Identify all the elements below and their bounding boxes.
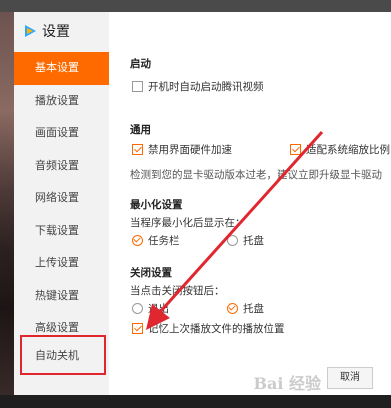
- scale-option[interactable]: 适配系统缩放比例: [290, 142, 390, 157]
- sidebar-item-picture[interactable]: 画面设置: [14, 117, 109, 150]
- close-tray-label: 托盘: [243, 303, 264, 315]
- settings-content: 启动 开机时自动启动腾讯视频 通用 禁用界面硬件加速 适配系统缩放比例 检测到您…: [130, 12, 391, 395]
- close-prompt: 当点击关闭按钮后：: [130, 285, 225, 297]
- settings-dialog: 设置 基本设置 播放设置 画面设置 音频设置 网络设置 下载设置 上传设置 热键…: [14, 12, 391, 395]
- section-title-minimize: 最小化设置: [130, 199, 183, 211]
- sidebar-item-playback[interactable]: 播放设置: [14, 85, 109, 118]
- dialog-title: 设置: [42, 24, 70, 40]
- sidebar-item-basic[interactable]: 基本设置: [14, 52, 109, 85]
- sidebar-item-download[interactable]: 下载设置: [14, 215, 109, 248]
- section-title-close: 关闭设置: [130, 267, 172, 279]
- remember-position-label: 记忆上次播放文件的播放位置: [148, 323, 285, 335]
- hw-accel-label: 禁用界面硬件加速: [148, 144, 232, 156]
- close-tray-option[interactable]: 托盘: [227, 301, 264, 316]
- close-tray-radio[interactable]: [227, 303, 238, 314]
- autostart-checkbox[interactable]: [132, 81, 143, 92]
- minimize-taskbar-radio[interactable]: [132, 235, 143, 246]
- sidebar-item-audio[interactable]: 音频设置: [14, 150, 109, 183]
- cancel-button[interactable]: 取消: [327, 367, 373, 389]
- sidebar-item-hotkeys[interactable]: 热键设置: [14, 280, 109, 313]
- remember-position-checkbox[interactable]: [132, 323, 143, 334]
- sidebar-item-upload[interactable]: 上传设置: [14, 247, 109, 280]
- close-exit-option[interactable]: 退出: [132, 301, 169, 316]
- sidebar-item-network[interactable]: 网络设置: [14, 182, 109, 215]
- dialog-header: 设置: [22, 20, 70, 42]
- autostart-label: 开机时自动启动腾讯视频: [148, 81, 264, 93]
- driver-notice: 检测到您的显卡驱动版本过老，建议立即升级显卡驱动: [130, 167, 382, 182]
- section-title-startup: 启动: [130, 58, 151, 70]
- hw-accel-checkbox[interactable]: [132, 144, 143, 155]
- close-exit-label: 退出: [148, 303, 169, 315]
- minimize-taskbar-option[interactable]: 任务栏: [132, 233, 180, 248]
- watermark: Bai 经验: [253, 374, 321, 393]
- tencent-video-logo-icon: [25, 25, 36, 37]
- hw-accel-option[interactable]: 禁用界面硬件加速: [132, 142, 232, 157]
- scale-label: 适配系统缩放比例: [306, 144, 390, 156]
- background-top-strip: [0, 0, 391, 12]
- background-bottom-bar: [0, 395, 391, 408]
- minimize-taskbar-label: 任务栏: [148, 235, 180, 247]
- minimize-tray-radio[interactable]: [227, 235, 238, 246]
- section-title-general: 通用: [130, 124, 151, 136]
- driver-notice-text: 检测到您的显卡驱动版本过老，建议立即升级显卡驱动: [130, 169, 382, 181]
- settings-nav: 基本设置 播放设置 画面设置 音频设置 网络设置 下载设置 上传设置 热键设置 …: [14, 52, 109, 345]
- minimize-tray-label: 托盘: [243, 235, 264, 247]
- close-exit-radio[interactable]: [132, 303, 143, 314]
- remember-position-option[interactable]: 记忆上次播放文件的播放位置: [132, 321, 285, 336]
- minimize-prompt: 当程序最小化后显示在：: [130, 217, 246, 229]
- autostart-option[interactable]: 开机时自动启动腾讯视频: [132, 79, 264, 94]
- scale-checkbox[interactable]: [290, 144, 301, 155]
- settings-sidebar: 设置 基本设置 播放设置 画面设置 音频设置 网络设置 下载设置 上传设置 热键…: [14, 12, 109, 395]
- highlight-box: [20, 335, 106, 375]
- minimize-tray-option[interactable]: 托盘: [227, 233, 264, 248]
